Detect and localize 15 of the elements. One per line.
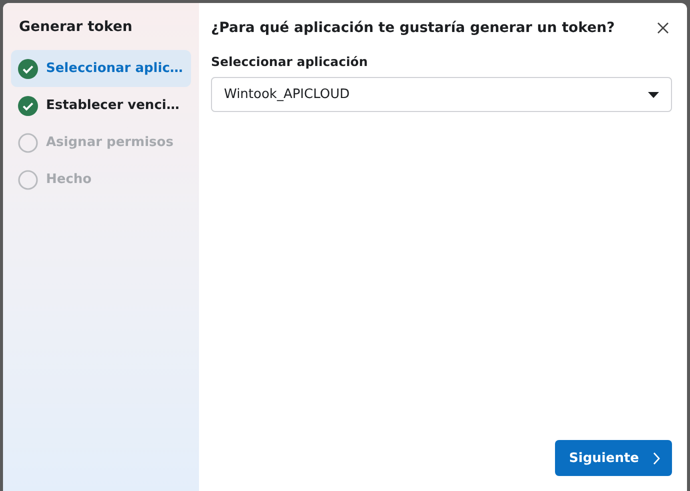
sidebar-title: Generar token [18, 19, 134, 37]
step-label: Seleccionar aplic… [46, 61, 183, 76]
application-dropdown[interactable]: Wintook_APICLOUD [211, 77, 672, 112]
step-item[interactable]: Seleccionar aplic… [11, 50, 191, 87]
field-label: Seleccionar aplicación [211, 54, 369, 69]
caret-icon [648, 92, 659, 98]
dropdown-value: Wintook_APICLOUD [224, 87, 350, 102]
step-label: Asignar permisos [46, 135, 174, 150]
chevron-right-icon [653, 452, 660, 464]
dialog-title: ¿Para qué aplicación te gustaría generar un token? [211, 20, 615, 36]
step-item[interactable]: Establecer venci… [11, 87, 191, 124]
step-label: Hecho [46, 172, 92, 187]
close-icon [657, 22, 669, 34]
next-button[interactable]: Siguiente [555, 440, 672, 476]
step-label: Establecer venci… [46, 98, 180, 113]
